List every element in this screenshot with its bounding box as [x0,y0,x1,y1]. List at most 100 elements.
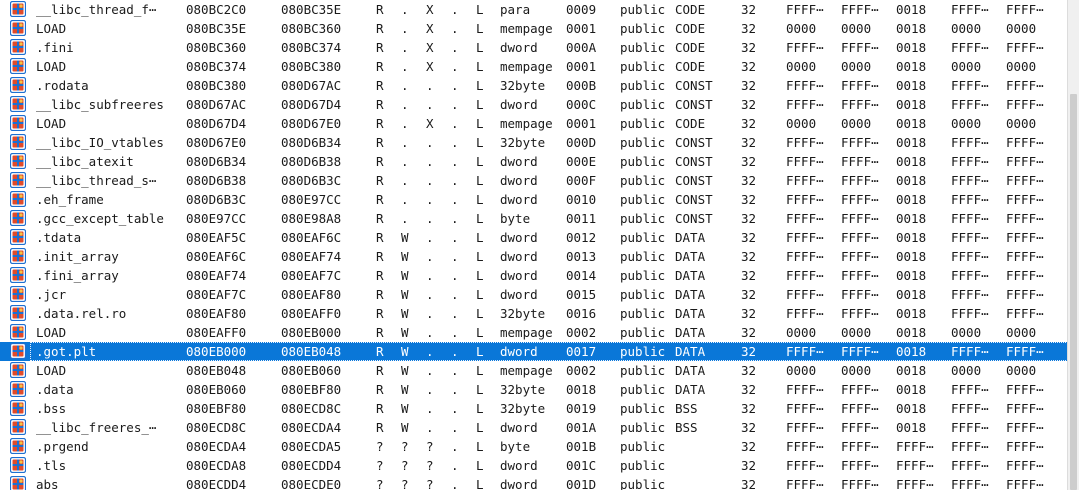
cell-t2: FFFF⋯ [841,40,879,55]
cell-d: . [451,40,459,55]
cell-type: public [620,325,666,340]
cell-d: . [451,268,459,283]
table-row[interactable]: .fini 080BC360 080BC374 R. X. Ldword 000A publi… [0,38,1068,57]
cell-l: L [476,135,484,150]
cell-t1: FFFF⋯ [786,97,824,112]
table-row[interactable]: .got.plt 080EB000 080EB048 R W.. Ldword 0017 pu… [0,342,1068,361]
cell-x: X [426,2,434,17]
cell-ad: 32 [741,173,757,188]
cell-l: L [476,344,484,359]
cell-t3: 0018 [896,344,927,359]
cell-r: R [376,21,384,36]
table-row[interactable]: __libc_thread_f⋯ 080BC2C0 080BC35E R. X. Lpar… [0,0,1068,19]
table-row[interactable]: .prgend 080ECDA4 080ECDA5???. Lbyte 001B publ… [0,437,1068,456]
cell-t1: FFFF⋯ [786,173,824,188]
cell-t3: 0018 [896,363,927,378]
cell-t4: 0000 [951,59,982,74]
table-row[interactable]: .tdata 080EAF5C 080EAF6C R W.. Ldword 0012 publ… [0,228,1068,247]
cell-t2: FFFF⋯ [841,249,879,264]
table-row[interactable]: __libc_atexit 080D6B34 080D6B38 R... Ldword 0… [0,152,1068,171]
cell-class [675,437,735,456]
cell-r: R [376,78,384,93]
cell-name: .tls [36,458,67,473]
segment-icon [10,58,26,74]
cell-w: W [401,230,409,245]
table-row[interactable]: .data.rel.ro 080EAF80 080EAFF0 R W.. L 32byte 0… [0,304,1068,323]
cell-l: L [476,116,484,131]
cell-t3: 0018 [896,154,927,169]
scrollbar-thumb[interactable] [1070,94,1077,490]
cell-x: . [426,230,434,245]
table-row[interactable]: LOAD 080EB048 080EB060 R W.. Lmempage 0002 publ… [0,361,1068,380]
table-row[interactable]: LOAD 080D67D4 080D67E0 R. X. Lmempage 0001 publ… [0,114,1068,133]
table-row[interactable]: .rodata 080BC380 080D67AC R... L 32byte 000B pu… [0,76,1068,95]
cell-t1: 0000 [786,363,817,378]
cell-base: 0019 [566,401,597,416]
table-row[interactable]: .fini_array 080EAF74 080EAF7C R W.. Ldword 001… [0,266,1068,285]
cell-type: public [620,287,666,302]
table-row[interactable]: __libc_thread_s⋯ 080D6B38 080D6B3C R... Ldwo… [0,171,1068,190]
cell-t1: FFFF⋯ [786,2,824,17]
cell-t5: 0000 [1006,59,1037,74]
cell-x: . [426,420,434,435]
cell-align: dword [500,173,538,188]
table-row[interactable]: __libc_subfreeres 080D67AC 080D67D4 R... Ldw… [0,95,1068,114]
table-row[interactable]: .tls 080ECDA8 080ECDD4???. Ldword 001C public… [0,456,1068,475]
segment-icon [10,153,26,169]
table-row[interactable]: .data 080EB060 080EBF80 R W.. L 32byte 0018 publ… [0,380,1068,399]
table-row[interactable]: __libc_IO_vtables 080D67E0 080D6B34 R... L 32… [0,133,1068,152]
cell-ad: 32 [741,40,757,55]
table-row[interactable]: .init_array 080EAF6C 080EAF74 R W.. Ldword 001… [0,247,1068,266]
cell-name: __libc_subfreeres [36,97,164,112]
cell-t2: FFFF⋯ [841,439,879,454]
cell-base: 0017 [566,344,597,359]
table-row[interactable]: .eh_frame 080D6B3C 080E97CC R... Ldword 0010 p… [0,190,1068,209]
cell-l: L [476,59,484,74]
table-row[interactable]: LOAD 080BC35E 080BC360 R. X. Lmempage 0001 publ… [0,19,1068,38]
table-row[interactable]: .bss 080EBF80 080ECD8C R W.. L 32byte 0019 publi… [0,399,1068,418]
cell-w: . [401,135,409,150]
cell-d: . [451,211,459,226]
cell-ad: 32 [741,325,757,340]
cell-w: ? [401,458,409,473]
cell-r: R [376,97,384,112]
cell-class: CONST [675,211,713,226]
cell-ad: 32 [741,363,757,378]
table-row[interactable]: __libc_freeres_⋯ 080ECD8C 080ECDA4 R W.. Ldwo… [0,418,1068,437]
cell-end: 080EBF80 [281,382,342,397]
segment-icon [10,1,26,17]
table-row[interactable]: .jcr 080EAF7C 080EAF80 R W.. Ldword 0015 public… [0,285,1068,304]
cell-x: . [426,401,434,416]
cell-end: 080ECD8C [281,401,342,416]
table-row[interactable]: LOAD 080EAFF0 080EB000 R W.. Lmempage 0002 publ… [0,323,1068,342]
cell-base: 0013 [566,249,597,264]
cell-t3: 0018 [896,97,927,112]
table-row[interactable]: LOAD 080BC374 080BC380 R. X. Lmempage 0001 publ… [0,57,1068,76]
cell-w: W [401,344,409,359]
table-row[interactable]: abs 080ECDD4 080ECDE0???. Ldword 001D public 3… [0,475,1068,490]
cell-type: public [620,21,666,36]
cell-t3: 0018 [896,135,927,150]
cell-start: 080BC360 [186,40,247,55]
cell-base: 0009 [566,2,597,17]
cell-class: CONST [675,192,713,207]
cell-name: .gcc_except_table [36,211,164,226]
cell-t4: FFFF⋯ [951,306,989,321]
cell-base: 0002 [566,363,597,378]
table-row[interactable]: .gcc_except_table 080E97CC 080E98A8 R... Lby… [0,209,1068,228]
vertical-scrollbar[interactable] [1067,0,1079,490]
cell-type: public [620,363,666,378]
cell-t5: FFFF⋯ [1006,401,1044,416]
cell-ad: 32 [741,230,757,245]
cell-start: 080ECD8C [186,420,247,435]
cell-d: . [451,382,459,397]
cell-l: L [476,230,484,245]
cell-align: dword [500,97,538,112]
cell-x: X [426,40,434,55]
cell-type: public [620,135,666,150]
cell-t1: FFFF⋯ [786,382,824,397]
cell-r: R [376,173,384,188]
cell-t2: FFFF⋯ [841,173,879,188]
cell-r: R [376,401,384,416]
cell-type: public [620,439,666,454]
